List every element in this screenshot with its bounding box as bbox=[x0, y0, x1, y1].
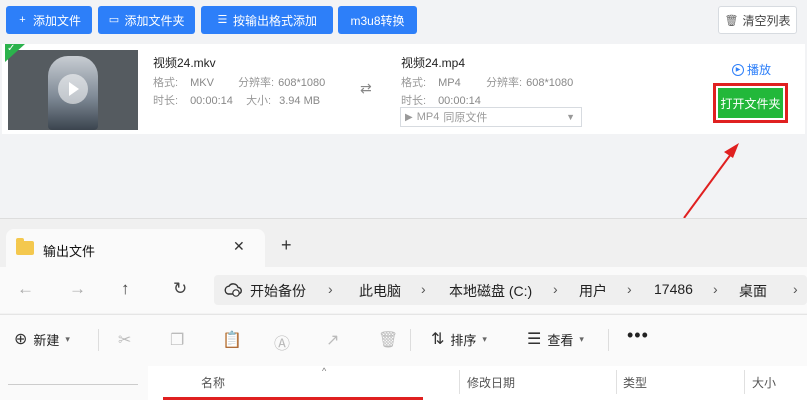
breadcrumb-item[interactable]: 用户 bbox=[579, 281, 607, 301]
divider bbox=[98, 329, 99, 351]
address-bar: ← → ↑ ↻ 开始备份 › 此电脑 › 本地磁盘 (C:) › 用户 › 17… bbox=[0, 267, 807, 313]
forward-icon[interactable]: → bbox=[69, 279, 86, 299]
chevron-right-icon[interactable]: › bbox=[553, 281, 558, 297]
column-header-modified[interactable]: 修改日期 bbox=[467, 374, 515, 391]
chevron-down-icon: ▾ bbox=[482, 333, 487, 344]
annotation-arrow-head bbox=[724, 143, 739, 158]
share-icon[interactable]: ↗ bbox=[326, 330, 339, 350]
converter-app: + 添加文件 ▭ 添加文件夹 ☰ 按输出格式添加 m3u8转换 🗑 清空列表 ✓… bbox=[0, 0, 807, 218]
view-label: 查看 bbox=[547, 332, 574, 348]
chevron-down-icon: ▾ bbox=[65, 333, 70, 344]
sort-ascending-icon: ^ bbox=[322, 366, 327, 376]
breadcrumb-item[interactable]: 开始备份 bbox=[250, 281, 306, 301]
nav-pane-divider bbox=[8, 384, 138, 385]
divider bbox=[410, 329, 411, 351]
explorer-tabbar: 输出文件 ✕ + bbox=[0, 219, 807, 267]
divider bbox=[608, 329, 609, 351]
chevron-down-icon: ▾ bbox=[579, 333, 584, 344]
column-divider[interactable] bbox=[744, 370, 745, 394]
column-divider[interactable] bbox=[616, 370, 617, 394]
folder-icon bbox=[16, 238, 34, 255]
column-header-name[interactable]: 名称 bbox=[201, 374, 225, 391]
sort-label: 排序 bbox=[450, 332, 477, 348]
back-icon[interactable]: ← bbox=[17, 279, 34, 299]
new-button[interactable]: ⊕ 新建 ▾ bbox=[14, 329, 70, 349]
new-plus-icon: ⊕ bbox=[14, 331, 28, 348]
column-header-type[interactable]: 类型 bbox=[623, 374, 647, 391]
paste-icon[interactable]: 📋 bbox=[222, 330, 242, 350]
chevron-right-icon[interactable]: › bbox=[627, 281, 632, 297]
breadcrumb[interactable]: 开始备份 › 此电脑 › 本地磁盘 (C:) › 用户 › 17486 › 桌面… bbox=[214, 275, 807, 305]
new-tab-button[interactable]: + bbox=[281, 236, 292, 254]
up-icon[interactable]: ↑ bbox=[121, 279, 130, 299]
column-header-size[interactable]: 大小 bbox=[752, 374, 776, 391]
file-list-area: ^ 名称 修改日期 类型 大小 bbox=[0, 366, 807, 400]
tab-title: 输出文件 bbox=[43, 244, 96, 259]
view-button[interactable]: ☰ 查看 ▾ bbox=[527, 329, 584, 349]
copy-icon[interactable]: ❐ bbox=[170, 330, 184, 350]
chevron-right-icon[interactable]: › bbox=[421, 281, 426, 297]
view-icon: ☰ bbox=[527, 331, 542, 348]
close-icon[interactable]: ✕ bbox=[233, 238, 245, 255]
rename-icon[interactable]: Ⓐ bbox=[274, 330, 290, 354]
file-explorer-window: 输出文件 ✕ + ← → ↑ ↻ 开始备份 › 此电脑 › 本地磁盘 (C:) … bbox=[0, 218, 807, 400]
breadcrumb-item[interactable]: 17486 bbox=[654, 281, 693, 297]
annotation-arrow bbox=[683, 143, 739, 218]
delete-icon[interactable]: 🗑 bbox=[378, 330, 398, 350]
refresh-icon[interactable]: ↻ bbox=[173, 279, 187, 299]
breadcrumb-item[interactable]: 本地磁盘 (C:) bbox=[449, 281, 532, 301]
breadcrumb-item[interactable]: 桌面 bbox=[739, 281, 767, 301]
more-options-button[interactable]: ••• bbox=[627, 325, 649, 346]
cloud-backup-icon bbox=[224, 283, 242, 297]
tab-output-files[interactable]: 输出文件 ✕ bbox=[6, 229, 265, 267]
chevron-right-icon[interactable]: › bbox=[713, 281, 718, 297]
cut-icon[interactable]: ✂ bbox=[118, 330, 131, 350]
chevron-right-icon[interactable]: › bbox=[328, 281, 333, 297]
column-divider[interactable] bbox=[459, 370, 460, 394]
navigation-pane bbox=[0, 366, 148, 400]
chevron-right-icon[interactable]: › bbox=[793, 281, 798, 297]
command-bar: ⊕ 新建 ▾ ✂ ❐ 📋 Ⓐ ↗ 🗑 ⇅ 排序 ▾ ☰ 查看 ▾ ••• bbox=[0, 314, 807, 366]
sort-button[interactable]: ⇅ 排序 ▾ bbox=[431, 329, 487, 349]
annotation-arrow-shaft bbox=[683, 149, 735, 218]
sort-icon: ⇅ bbox=[431, 331, 445, 348]
breadcrumb-item[interactable]: 此电脑 bbox=[359, 281, 401, 301]
new-label: 新建 bbox=[33, 332, 60, 348]
